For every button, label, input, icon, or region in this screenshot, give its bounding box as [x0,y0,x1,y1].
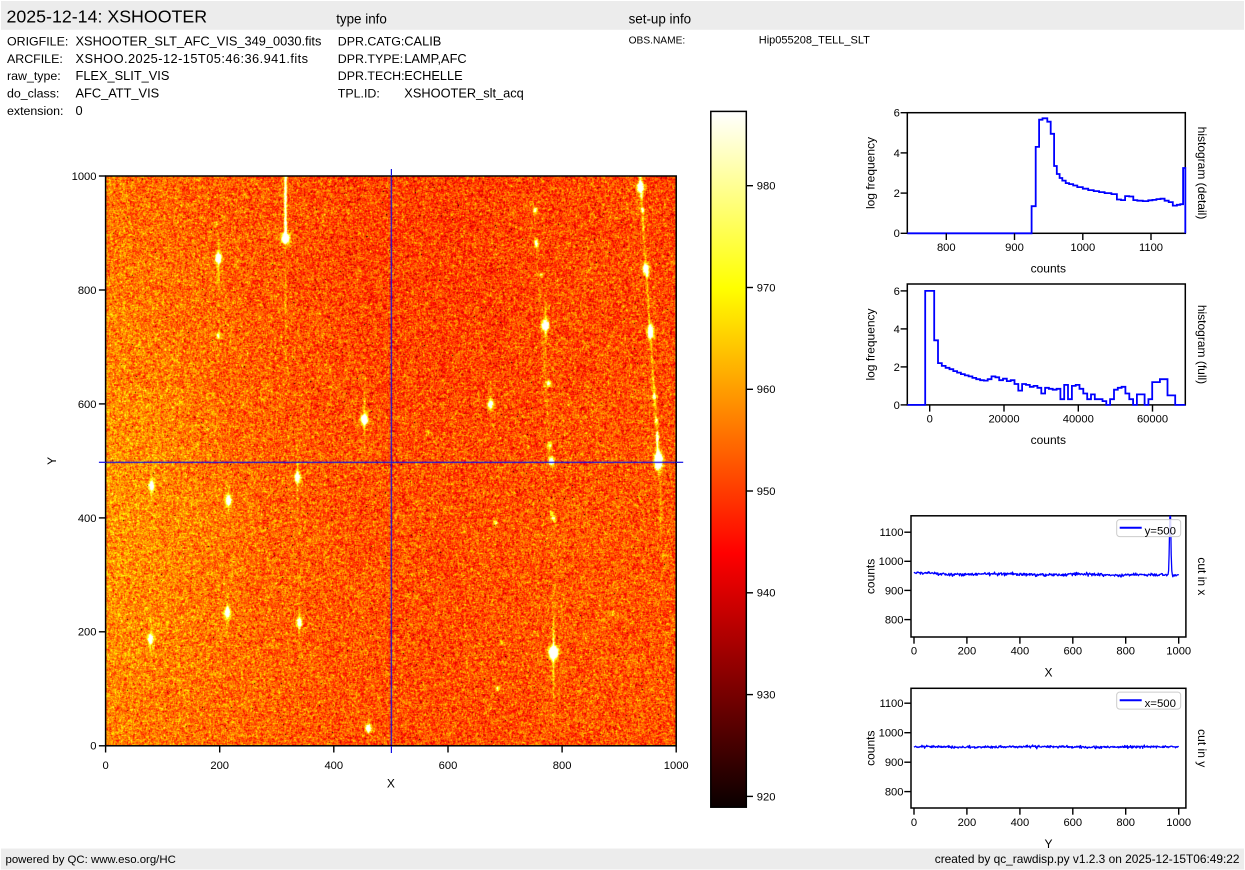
svg-text:x=500: x=500 [1145,698,1176,710]
svg-text:X: X [387,776,395,790]
svg-text:2: 2 [894,188,900,200]
svg-text:OBS.NAME:: OBS.NAME: [629,36,686,47]
svg-text:0: 0 [911,817,917,829]
svg-text:powered by QC: www.eso.org/HC: powered by QC: www.eso.org/HC [6,854,176,866]
svg-text:histogram (detail): histogram (detail) [1195,127,1209,220]
svg-text:log frequency: log frequency [864,137,878,209]
svg-text:960: 960 [757,384,776,396]
svg-text:1000: 1000 [72,171,97,183]
svg-text:800: 800 [553,760,572,772]
svg-text:Y: Y [45,457,59,465]
svg-text:0: 0 [894,400,900,412]
svg-text:900: 900 [1005,242,1024,254]
svg-text:930: 930 [757,690,776,702]
svg-text:800: 800 [78,285,97,297]
svg-text:ECHELLE: ECHELLE [404,68,462,83]
svg-text:TPL.ID:: TPL.ID: [338,87,380,101]
svg-text:0: 0 [102,760,108,772]
svg-text:1000: 1000 [1166,817,1191,829]
svg-text:800: 800 [1116,646,1135,658]
svg-text:600: 600 [1063,646,1082,658]
svg-text:920: 920 [757,791,776,803]
svg-text:900: 900 [885,757,904,769]
svg-text:Hip055208_TELL_SLT: Hip055208_TELL_SLT [759,35,870,47]
svg-text:created by qc_rawdisp.py v1.2.: created by qc_rawdisp.py v1.2.3 on 2025-… [935,852,1240,866]
svg-text:set-up info: set-up info [629,12,692,27]
svg-text:do_class:: do_class: [7,87,59,101]
svg-text:1100: 1100 [1139,242,1163,254]
svg-text:400: 400 [1011,646,1030,658]
svg-text:DPR.TYPE:: DPR.TYPE: [338,52,403,66]
svg-text:0: 0 [76,103,83,118]
svg-text:4: 4 [894,324,900,336]
svg-text:200: 200 [958,817,977,829]
svg-text:600: 600 [1063,817,1082,829]
svg-text:800: 800 [885,615,904,627]
svg-text:0: 0 [90,741,96,753]
svg-text:6: 6 [894,108,900,120]
svg-text:40000: 40000 [1063,414,1094,426]
svg-text:0: 0 [911,646,917,658]
svg-text:200: 200 [78,627,97,639]
svg-text:970: 970 [757,282,776,294]
svg-text:Y: Y [1044,837,1052,851]
svg-text:FLEX_SLIT_VIS: FLEX_SLIT_VIS [76,68,170,83]
svg-text:1100: 1100 [879,527,903,539]
svg-text:X: X [1044,665,1052,679]
svg-text:60000: 60000 [1137,414,1168,426]
svg-text:1000: 1000 [1070,242,1095,254]
svg-text:600: 600 [78,399,97,411]
svg-text:counts: counts [1031,262,1066,276]
svg-text:0: 0 [927,414,933,426]
svg-text:800: 800 [885,787,904,799]
svg-text:4: 4 [894,148,900,160]
svg-text:raw_type:: raw_type: [7,69,61,83]
svg-text:1000: 1000 [879,728,904,740]
svg-text:6: 6 [894,286,900,298]
svg-text:1000: 1000 [1166,646,1191,658]
svg-text:type info: type info [336,12,387,27]
svg-text:20000: 20000 [988,414,1019,426]
svg-text:400: 400 [78,513,97,525]
svg-text:counts: counts [864,731,878,766]
svg-text:200: 200 [210,760,229,772]
svg-text:2: 2 [894,362,900,374]
svg-text:200: 200 [958,646,977,658]
svg-text:XSHOOTER_slt_acq: XSHOOTER_slt_acq [404,86,523,101]
svg-text:log frequency: log frequency [864,308,878,380]
svg-text:940: 940 [757,588,776,600]
svg-text:800: 800 [1116,817,1135,829]
svg-text:counts: counts [864,559,878,594]
svg-text:ORIGFILE:: ORIGFILE: [7,35,68,49]
svg-text:1000: 1000 [879,556,904,568]
svg-text:1000: 1000 [664,760,689,772]
svg-text:XSHOOTER_SLT_AFC_VIS_349_0030.: XSHOOTER_SLT_AFC_VIS_349_0030.fits [76,34,322,49]
svg-text:histogram (full): histogram (full) [1195,305,1209,384]
svg-text:400: 400 [1011,817,1030,829]
svg-text:y=500: y=500 [1145,525,1176,537]
svg-text:XSHOO.2025-12-15T05:46:36.941.: XSHOO.2025-12-15T05:46:36.941.fits [76,51,309,66]
svg-text:DPR.CATG:: DPR.CATG: [338,35,405,49]
svg-text:950: 950 [757,486,776,498]
svg-text:DPR.TECH:: DPR.TECH: [338,69,405,83]
svg-text:ARCFILE:: ARCFILE: [7,52,63,66]
svg-text:800: 800 [937,242,956,254]
svg-text:980: 980 [757,181,776,193]
svg-text:600: 600 [439,760,458,772]
svg-text:900: 900 [885,585,904,597]
svg-text:400: 400 [324,760,343,772]
svg-text:counts: counts [1031,433,1066,447]
svg-text:0: 0 [894,228,900,240]
svg-text:CALIB: CALIB [404,34,441,49]
svg-text:1100: 1100 [879,698,903,710]
svg-text:AFC_ATT_VIS: AFC_ATT_VIS [76,86,160,101]
svg-text:cut in x: cut in x [1195,557,1209,595]
svg-text:2025-12-14: XSHOOTER: 2025-12-14: XSHOOTER [7,6,208,26]
svg-text:extension:: extension: [7,104,63,118]
svg-text:LAMP,AFC: LAMP,AFC [404,51,466,66]
svg-text:cut in y: cut in y [1195,729,1209,767]
